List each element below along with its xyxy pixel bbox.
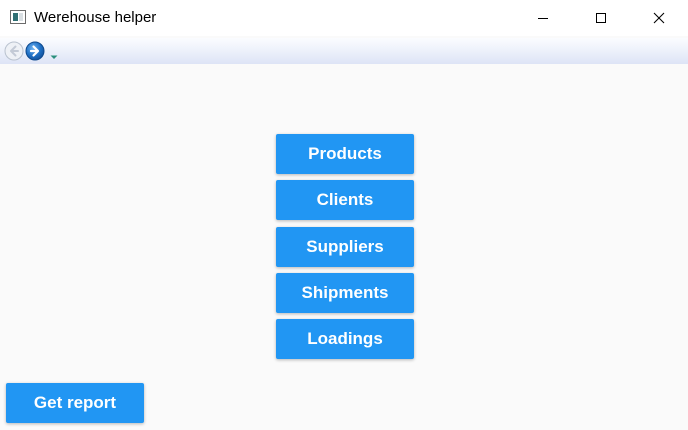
app-window-icon [10, 10, 26, 24]
app-window: Werehouse helper Products Clients Suppli… [0, 0, 688, 430]
back-button[interactable] [4, 41, 24, 61]
close-icon [653, 12, 665, 24]
minimize-button[interactable] [514, 0, 572, 36]
products-button[interactable]: Products [276, 134, 414, 174]
window-title: Werehouse helper [34, 9, 157, 26]
navigation-bar [0, 38, 688, 64]
shipments-button[interactable]: Shipments [276, 273, 414, 313]
close-button[interactable] [630, 0, 688, 36]
forward-arrow-icon [25, 41, 45, 61]
forward-button[interactable] [25, 41, 45, 61]
suppliers-button[interactable]: Suppliers [276, 227, 414, 267]
maximize-icon [596, 13, 606, 23]
maximize-button[interactable] [572, 0, 630, 36]
history-dropdown[interactable] [49, 48, 59, 59]
chevron-down-icon [50, 55, 58, 59]
minimize-icon [538, 18, 548, 19]
back-arrow-icon [4, 41, 24, 61]
title-bar[interactable]: Werehouse helper [0, 0, 688, 36]
get-report-button[interactable]: Get report [6, 383, 144, 423]
loadings-button[interactable]: Loadings [276, 319, 414, 359]
clients-button[interactable]: Clients [276, 180, 414, 220]
